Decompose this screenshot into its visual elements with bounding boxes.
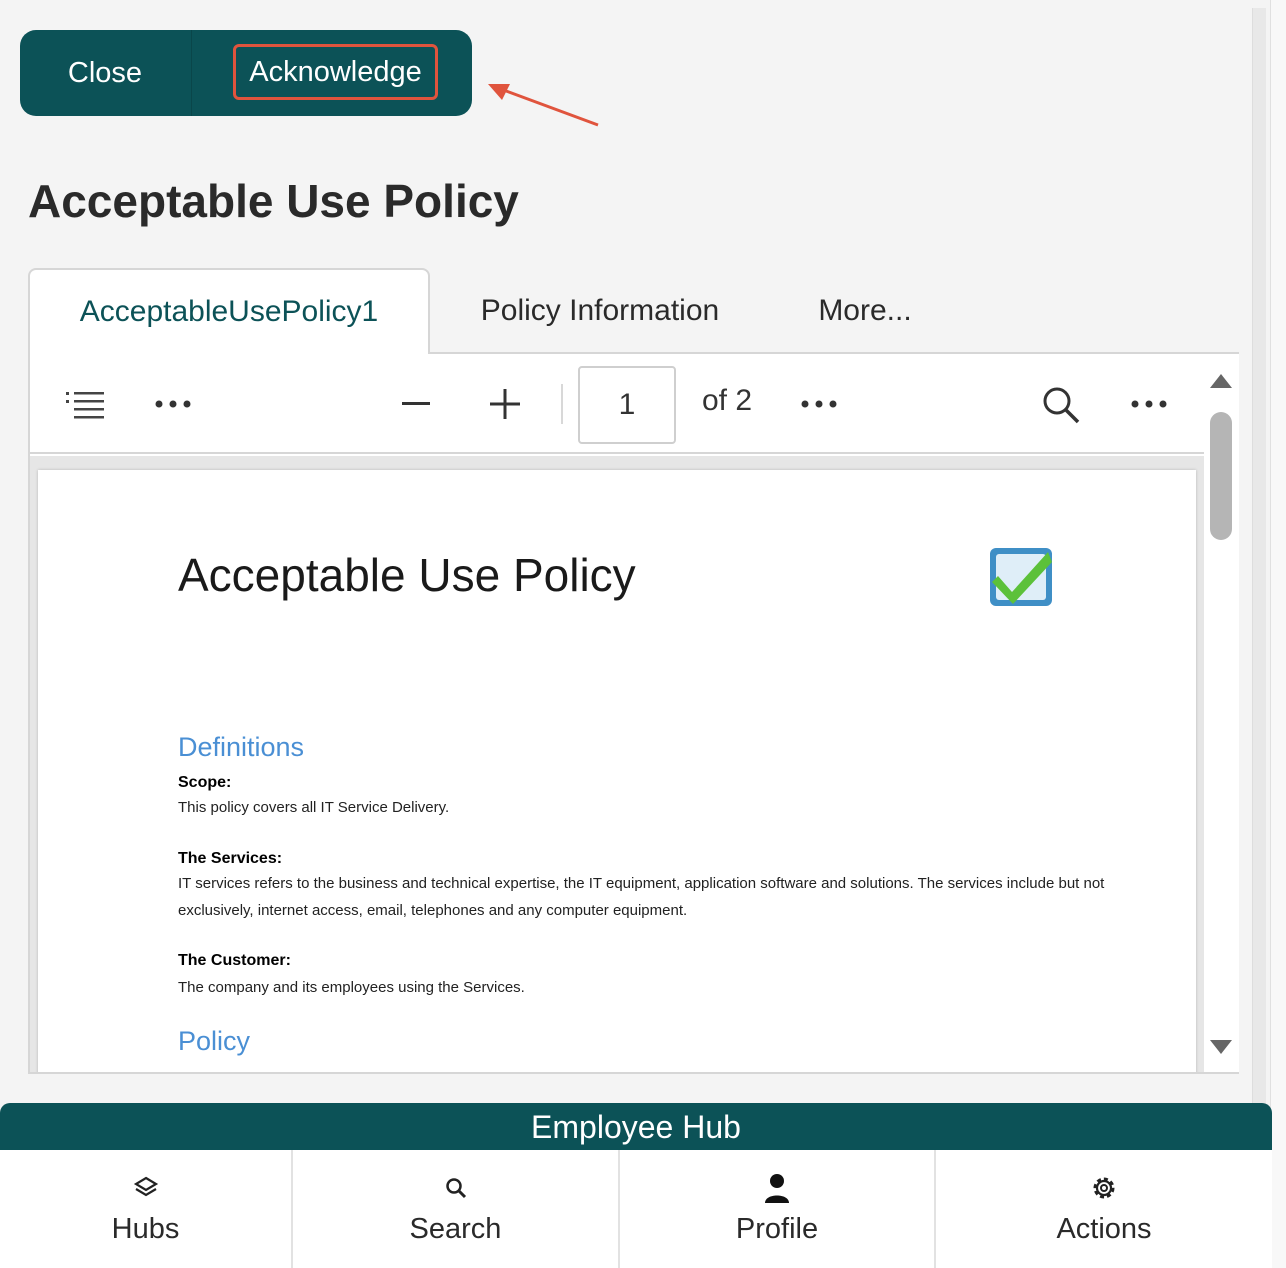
customer-text: The company and its employees using the …	[178, 979, 525, 996]
action-divider	[191, 30, 192, 116]
policy-heading: Policy	[178, 1026, 251, 1056]
close-button[interactable]: Close	[40, 46, 170, 100]
pdf-viewer: of 2 Acceptable Use Policy Definitions S…	[28, 352, 1239, 1074]
toolbar-separator	[561, 384, 563, 424]
tab-policy-information[interactable]: Policy Information	[450, 268, 750, 354]
tab-more[interactable]: More...	[790, 268, 940, 354]
document-title: Acceptable Use Policy	[178, 549, 636, 601]
definitions-heading: Definitions	[178, 732, 305, 762]
page-total-label: of 2	[702, 384, 753, 417]
action-bar: Close Acknowledge	[20, 30, 472, 116]
hub-title-bar: Employee Hub	[0, 1103, 1272, 1151]
layers-icon	[131, 1173, 161, 1203]
scope-text: This policy covers all IT Service Delive…	[178, 799, 450, 816]
nav-profile[interactable]: Profile	[620, 1150, 936, 1268]
document-page: Acceptable Use Policy Definitions Scope:…	[38, 470, 1196, 1072]
window-edge	[1270, 0, 1286, 1268]
checkbox-check-icon	[990, 548, 1052, 606]
nav-actions-label: Actions	[1056, 1212, 1152, 1245]
scope-label: Scope:	[178, 774, 232, 791]
gear-icon	[1089, 1173, 1119, 1203]
scroll-thumb[interactable]	[1210, 412, 1232, 540]
nav-profile-label: Profile	[735, 1212, 819, 1245]
nav-hubs-label: Hubs	[111, 1212, 180, 1245]
zoom-in-icon[interactable]	[485, 384, 525, 424]
bottom-nav: Hubs Search Profile Actions	[0, 1150, 1272, 1268]
scroll-up-icon[interactable]	[1210, 374, 1232, 388]
nav-actions[interactable]: Actions	[936, 1150, 1272, 1268]
acknowledge-button[interactable]: Acknowledge	[233, 44, 438, 100]
page-scrollbar[interactable]	[1252, 8, 1266, 1108]
nav-search-label: Search	[409, 1212, 502, 1245]
customer-label: The Customer:	[178, 952, 291, 969]
hub-title: Employee Hub	[531, 1108, 741, 1145]
viewer-toolbar: of 2	[30, 354, 1204, 454]
page-number-input[interactable]	[578, 366, 676, 444]
scroll-down-icon[interactable]	[1210, 1040, 1232, 1054]
nav-search[interactable]: Search	[293, 1150, 620, 1268]
tab-document[interactable]: AcceptableUsePolicy1	[28, 268, 430, 354]
more-icon[interactable]	[1126, 384, 1172, 424]
search-icon[interactable]	[1038, 382, 1084, 428]
services-label: The Services:	[178, 850, 283, 867]
services-text: IT services refers to the business and t…	[178, 875, 1105, 919]
viewer-scrollbar[interactable]	[1204, 354, 1239, 1072]
nav-hubs[interactable]: Hubs	[0, 1150, 293, 1268]
more-icon[interactable]	[150, 384, 196, 424]
person-icon	[762, 1173, 792, 1203]
zoom-out-icon[interactable]	[396, 384, 436, 424]
document-area[interactable]: Acceptable Use Policy Definitions Scope:…	[30, 456, 1204, 1072]
more-icon[interactable]	[796, 384, 842, 424]
search-icon	[441, 1173, 471, 1203]
annotation-arrow	[488, 84, 599, 127]
list-icon[interactable]	[62, 384, 108, 424]
page-title: Acceptable Use Policy	[28, 175, 519, 227]
